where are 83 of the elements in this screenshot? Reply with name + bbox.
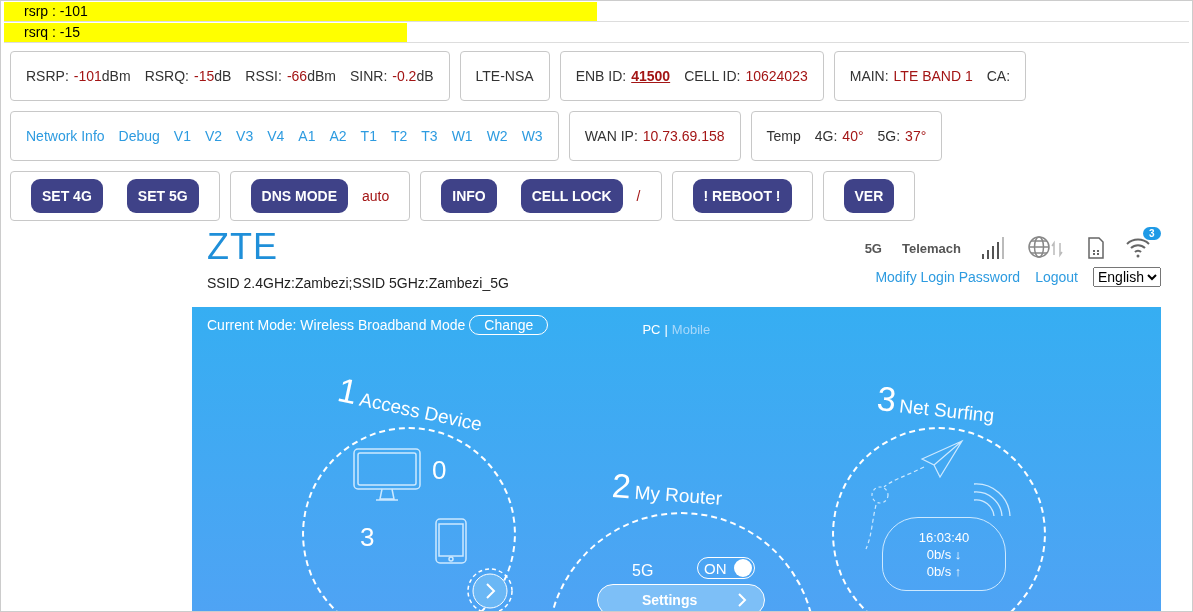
info-value: 37° [905,128,927,144]
signal-label: rsrq : -15 [23,23,80,42]
unit-label: dBm [101,68,131,84]
info-label: ENB ID: [575,68,627,84]
info-value: -15 [193,68,215,84]
download-speed: 0b/s ↓ [926,546,962,562]
info-value: -66 [286,68,308,84]
enb-id-link[interactable]: 41500 [631,68,671,84]
wireless-count: 3 [360,522,375,553]
info-label: LTE-NSA [475,68,534,84]
nav-link[interactable]: W2 [486,128,508,144]
view-separator: | [664,322,668,337]
nav-link[interactable]: W3 [521,128,543,144]
nav-link[interactable]: T3 [421,128,438,144]
chevron-right-icon [736,592,748,608]
action-button[interactable]: CELL LOCK [520,179,623,213]
view-toggle[interactable]: PC [642,322,661,337]
action-button[interactable]: INFO [441,179,497,213]
info-label: CELL ID: [684,68,741,84]
next-arrow-icon[interactable] [466,567,514,611]
info-label: RSRP: [26,68,69,84]
action-button[interactable]: VER [843,179,895,213]
time-text: 16:03:40 [918,529,970,545]
action-button[interactable]: DNS MODE [250,179,349,213]
info-label: 4G: [814,128,838,144]
header-link[interactable]: Logout [1035,269,1078,285]
step-number: 3 [875,380,898,417]
info-value: -101 [73,68,102,84]
info-label: RSRQ: [144,68,189,84]
operator-name: Telemach [902,240,961,256]
nav-link[interactable]: V2 [205,128,223,144]
info-value: 10624023 [745,68,808,84]
nav-link[interactable]: V3 [236,128,254,144]
info-label: Temp [766,128,801,144]
info-label: RSSI: [245,68,282,84]
band-label: 5G [632,562,654,580]
info-label: SINR: [349,68,388,84]
ssid-text: SSID 2.4GHz:Zambezi;SSID 5GHz:Zambezi_5G [207,275,509,291]
step-title: Access Device [357,388,484,436]
info-value: LTE BAND 1 [893,68,973,84]
info-value: 40° [842,128,864,144]
header-link[interactable]: Modify Login Password [875,269,1021,285]
signal-waves-icon [972,482,1012,518]
monitor-icon [352,447,422,503]
sim-card-icon [1087,236,1105,260]
nav-link[interactable]: V1 [173,128,191,144]
network-type: 5G [864,240,882,256]
nav-link[interactable]: Debug [118,128,160,144]
upload-speed: 0b/s ↑ [926,563,962,579]
nav-link[interactable]: V4 [267,128,285,144]
action-button[interactable]: SET 4G [31,179,103,213]
action-button[interactable]: SET 5G [126,179,199,213]
settings-button[interactable]: Settings [597,584,765,611]
step-title: My Router [633,481,723,510]
info-label: CA: [986,68,1011,84]
unit-label: dB [416,68,434,84]
signal-icon [981,236,1007,260]
step-number: 2 [610,468,633,504]
nav-link[interactable]: A2 [329,128,347,144]
action-button[interactable]: ! REBOOT ! [692,179,792,213]
mode-value: / [636,188,641,204]
step-title: Net Surfing [898,395,996,428]
info-label: MAIN: [849,68,889,84]
nav-link[interactable]: T2 [390,128,408,144]
view-toggle[interactable]: Mobile [671,322,711,337]
nav-link[interactable]: T1 [360,128,377,144]
language-select[interactable]: English [1093,267,1161,287]
phone-icon [434,517,468,565]
nav-link[interactable]: Network Info [26,128,105,144]
mode-value: auto [362,188,390,204]
nav-link[interactable]: W1 [451,128,473,144]
info-value: 10.73.69.158 [642,128,725,144]
unit-label: dB [214,68,232,84]
nav-link[interactable]: A1 [298,128,316,144]
logo: ZTE [207,225,279,269]
unit-label: dBm [307,68,336,84]
mode-text: Current Mode: Wireless Broadband Mode [207,316,466,333]
wired-count: 0 [432,455,447,486]
wifi-client-badge: 3 [1143,226,1161,240]
info-label: 5G: [877,128,901,144]
signal-label: rsrp : -101 [23,2,88,21]
info-value: -0.2 [392,68,417,84]
info-label: WAN IP: [584,128,638,144]
